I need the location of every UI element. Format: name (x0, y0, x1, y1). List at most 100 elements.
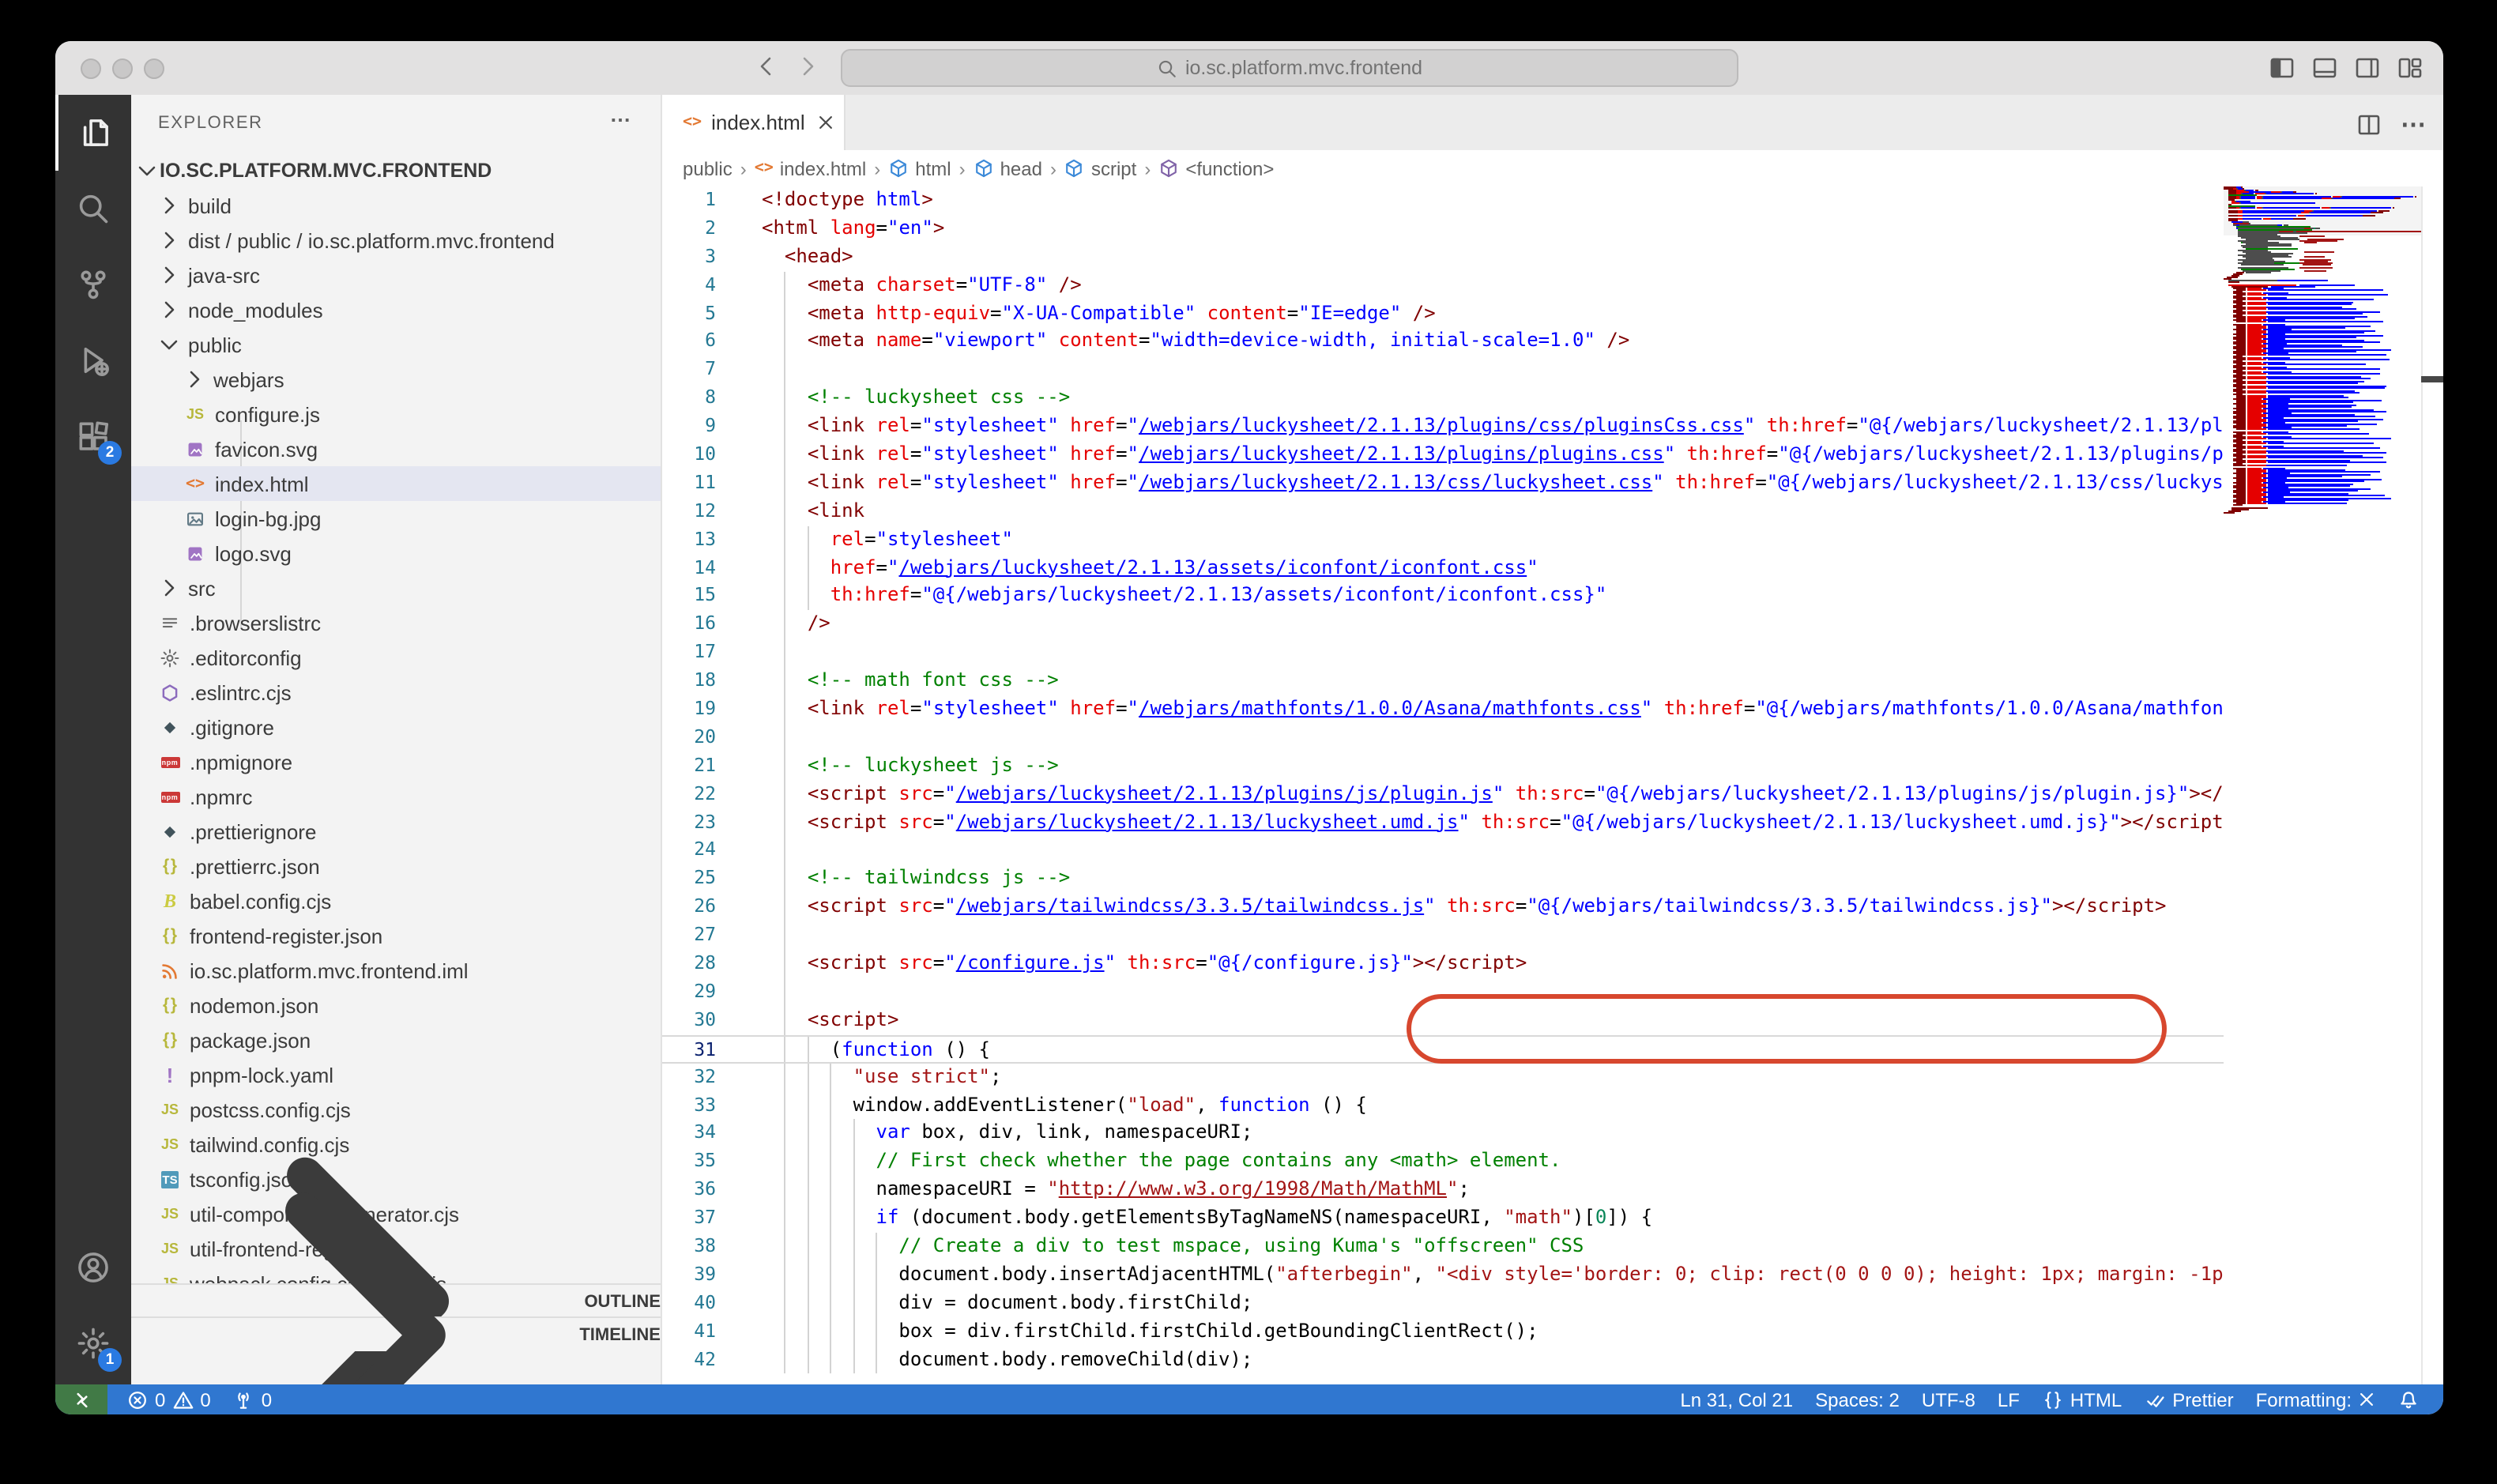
tree-item--editorconfig[interactable]: .editorconfig (131, 640, 661, 675)
tree-item-nodemon-json[interactable]: { }nodemon.json (131, 988, 661, 1023)
code-line-26[interactable]: 26 <script src="/webjars/tailwindcss/3.3… (662, 894, 2224, 922)
code-line-32[interactable]: 32 "use strict"; (662, 1063, 2224, 1091)
tree-item--npmignore[interactable]: npm.npmignore (131, 744, 661, 779)
code-line-41[interactable]: 41 box = div.firstChild.firstChild.getBo… (662, 1317, 2224, 1346)
status-indentation[interactable]: Spaces: 2 (1804, 1388, 1911, 1411)
status-eol[interactable]: LF (1987, 1388, 2031, 1411)
ports-status[interactable]: 0 (222, 1388, 283, 1411)
activity-settings[interactable]: 1 (55, 1305, 131, 1381)
code-line-10[interactable]: 10 <link rel="stylesheet" href="/webjars… (662, 441, 2224, 469)
code-line-3[interactable]: 3 <head> (662, 243, 2224, 272)
tree-item-package-json[interactable]: { }package.json (131, 1023, 661, 1057)
tree-item-node-modules[interactable]: node_modules (131, 292, 661, 327)
more-actions-icon[interactable]: ⋯ (2401, 109, 2427, 141)
tree-item-public[interactable]: public (131, 327, 661, 362)
zoom-window-button[interactable] (144, 58, 164, 78)
code-line-33[interactable]: 33 window.addEventListener("load", funct… (662, 1091, 2224, 1120)
activity-account[interactable] (55, 1230, 131, 1305)
toggle-panel-icon[interactable] (2312, 55, 2337, 81)
code-line-11[interactable]: 11 <link rel="stylesheet" href="/webjars… (662, 469, 2224, 498)
code-line-27[interactable]: 27 (662, 921, 2224, 950)
tree-item-frontend-register-json[interactable]: { }frontend-register.json (131, 918, 661, 953)
tree-item-favicon-svg[interactable]: favicon.svg (131, 431, 661, 466)
code-line-34[interactable]: 34 var box, div, link, namespaceURI; (662, 1120, 2224, 1148)
tree-item-babel-config-cjs[interactable]: Bbabel.config.cjs (131, 883, 661, 918)
tree-item-login-bg-jpg[interactable]: login-bg.jpg (131, 501, 661, 536)
close-window-button[interactable] (81, 58, 101, 78)
remote-indicator[interactable] (55, 1384, 107, 1414)
code-line-15[interactable]: 15 th:href="@{/webjars/luckysheet/2.1.13… (662, 582, 2224, 611)
code-line-23[interactable]: 23 <script src="/webjars/luckysheet/2.1.… (662, 808, 2224, 837)
command-center[interactable]: io.sc.platform.mvc.frontend (841, 49, 1738, 87)
split-editor-icon[interactable] (2356, 112, 2382, 137)
code-line-21[interactable]: 21 <!-- luckysheet js --> (662, 752, 2224, 781)
code-line-38[interactable]: 38 // Create a div to test mspace, using… (662, 1233, 2224, 1261)
back-arrow-icon[interactable] (754, 54, 779, 79)
tree-item--prettierrc-json[interactable]: { }.prettierrc.json (131, 849, 661, 883)
code-line-40[interactable]: 40 div = document.body.firstChild; (662, 1289, 2224, 1317)
code-line-35[interactable]: 35 // First check whether the page conta… (662, 1148, 2224, 1177)
tab-index-html[interactable]: <> index.html (662, 95, 846, 150)
code-line-7[interactable]: 7 (662, 356, 2224, 385)
tree-item--gitignore[interactable]: .gitignore (131, 710, 661, 744)
code-line-1[interactable]: 1<!doctype html> (662, 186, 2224, 215)
customize-layout-icon[interactable] (2397, 55, 2423, 81)
code-line-25[interactable]: 25 <!-- tailwindcss js --> (662, 865, 2224, 894)
breadcrumb-item[interactable]: <>index.html (755, 157, 867, 179)
code-line-19[interactable]: 19 <link rel="stylesheet" href="/webjars… (662, 695, 2224, 724)
tree-root[interactable]: IO.SC.PLATFORM.MVC.FRONTEND (131, 153, 661, 188)
tree-item-io-sc-platform-mvc-frontend-iml[interactable]: io.sc.platform.mvc.frontend.iml (131, 953, 661, 988)
code-line-18[interactable]: 18 <!-- math font css --> (662, 667, 2224, 695)
code-line-16[interactable]: 16 /> (662, 611, 2224, 639)
code-line-14[interactable]: 14 href="/webjars/luckysheet/2.1.13/asse… (662, 554, 2224, 582)
activity-explorer[interactable] (55, 95, 131, 171)
activity-search[interactable] (55, 171, 131, 247)
code-line-42[interactable]: 42 document.body.removeChild(div); (662, 1346, 2224, 1374)
timeline-section[interactable]: TIMELINE (131, 1316, 661, 1351)
code-line-39[interactable]: 39 document.body.insertAdjacentHTML("aft… (662, 1261, 2224, 1290)
tree-item-logo-svg[interactable]: logo.svg (131, 536, 661, 571)
status-formatting[interactable]: Formatting: (2245, 1388, 2386, 1411)
code-line-13[interactable]: 13 rel="stylesheet" (662, 525, 2224, 554)
breadcrumb-item[interactable]: html (888, 157, 951, 179)
tree-item--prettierignore[interactable]: .prettierignore (131, 814, 661, 849)
breadcrumb-item[interactable]: <function> (1158, 157, 1274, 179)
code-line-30[interactable]: 30 <script> (662, 1007, 2224, 1035)
code-line-24[interactable]: 24 (662, 837, 2224, 865)
breadcrumb-item[interactable]: script (1064, 157, 1136, 179)
forward-arrow-icon[interactable] (795, 54, 820, 79)
tree-item-build[interactable]: build (131, 188, 661, 223)
code-line-20[interactable]: 20 (662, 724, 2224, 752)
tree-item-configure-js[interactable]: JSconfigure.js (131, 397, 661, 431)
tree-item-src[interactable]: src (131, 571, 661, 605)
toggle-sidebar-icon[interactable] (2269, 55, 2295, 81)
code-line-5[interactable]: 5 <meta http-equiv="X-UA-Compatible" con… (662, 299, 2224, 328)
breadcrumb-item[interactable]: head (974, 157, 1042, 179)
code-line-31[interactable]: 31 (function () { (662, 1034, 2224, 1063)
close-icon[interactable] (818, 114, 835, 131)
activity-extensions[interactable]: 2 (55, 398, 131, 474)
tree-item--npmrc[interactable]: npm.npmrc (131, 779, 661, 814)
minimap[interactable] (2224, 186, 2421, 1384)
status-notifications[interactable] (2386, 1388, 2431, 1411)
problems-status[interactable]: 0 0 (115, 1388, 222, 1411)
code-area[interactable]: 1<!doctype html>2<html lang="en">3 <head… (662, 186, 2224, 1384)
tree-item-dist-public-io-sc-platform-mvc-frontend[interactable]: dist / public / io.sc.platform.mvc.front… (131, 223, 661, 258)
breadcrumb-item[interactable]: public (683, 157, 733, 179)
overview-ruler[interactable] (2421, 186, 2443, 1384)
code-line-17[interactable]: 17 (662, 639, 2224, 668)
activity-source-control[interactable] (55, 247, 131, 322)
minimize-window-button[interactable] (112, 58, 133, 78)
code-line-9[interactable]: 9 <link rel="stylesheet" href="/webjars/… (662, 412, 2224, 441)
status-language-mode[interactable]: HTML (2031, 1388, 2133, 1411)
tree-item-index-html[interactable]: <>index.html (131, 466, 661, 501)
code-line-12[interactable]: 12 <link (662, 498, 2224, 526)
tree-item-java-src[interactable]: java-src (131, 258, 661, 292)
code-line-28[interactable]: 28 <script src="/configure.js" th:src="@… (662, 950, 2224, 978)
status-formatter[interactable]: Prettier (2133, 1388, 2244, 1411)
code-line-37[interactable]: 37 if (document.body.getElementsByTagNam… (662, 1204, 2224, 1233)
code-line-2[interactable]: 2<html lang="en"> (662, 215, 2224, 243)
activity-run-debug[interactable] (55, 322, 131, 398)
toggle-secondary-sidebar-icon[interactable] (2355, 55, 2380, 81)
code-line-29[interactable]: 29 (662, 978, 2224, 1007)
